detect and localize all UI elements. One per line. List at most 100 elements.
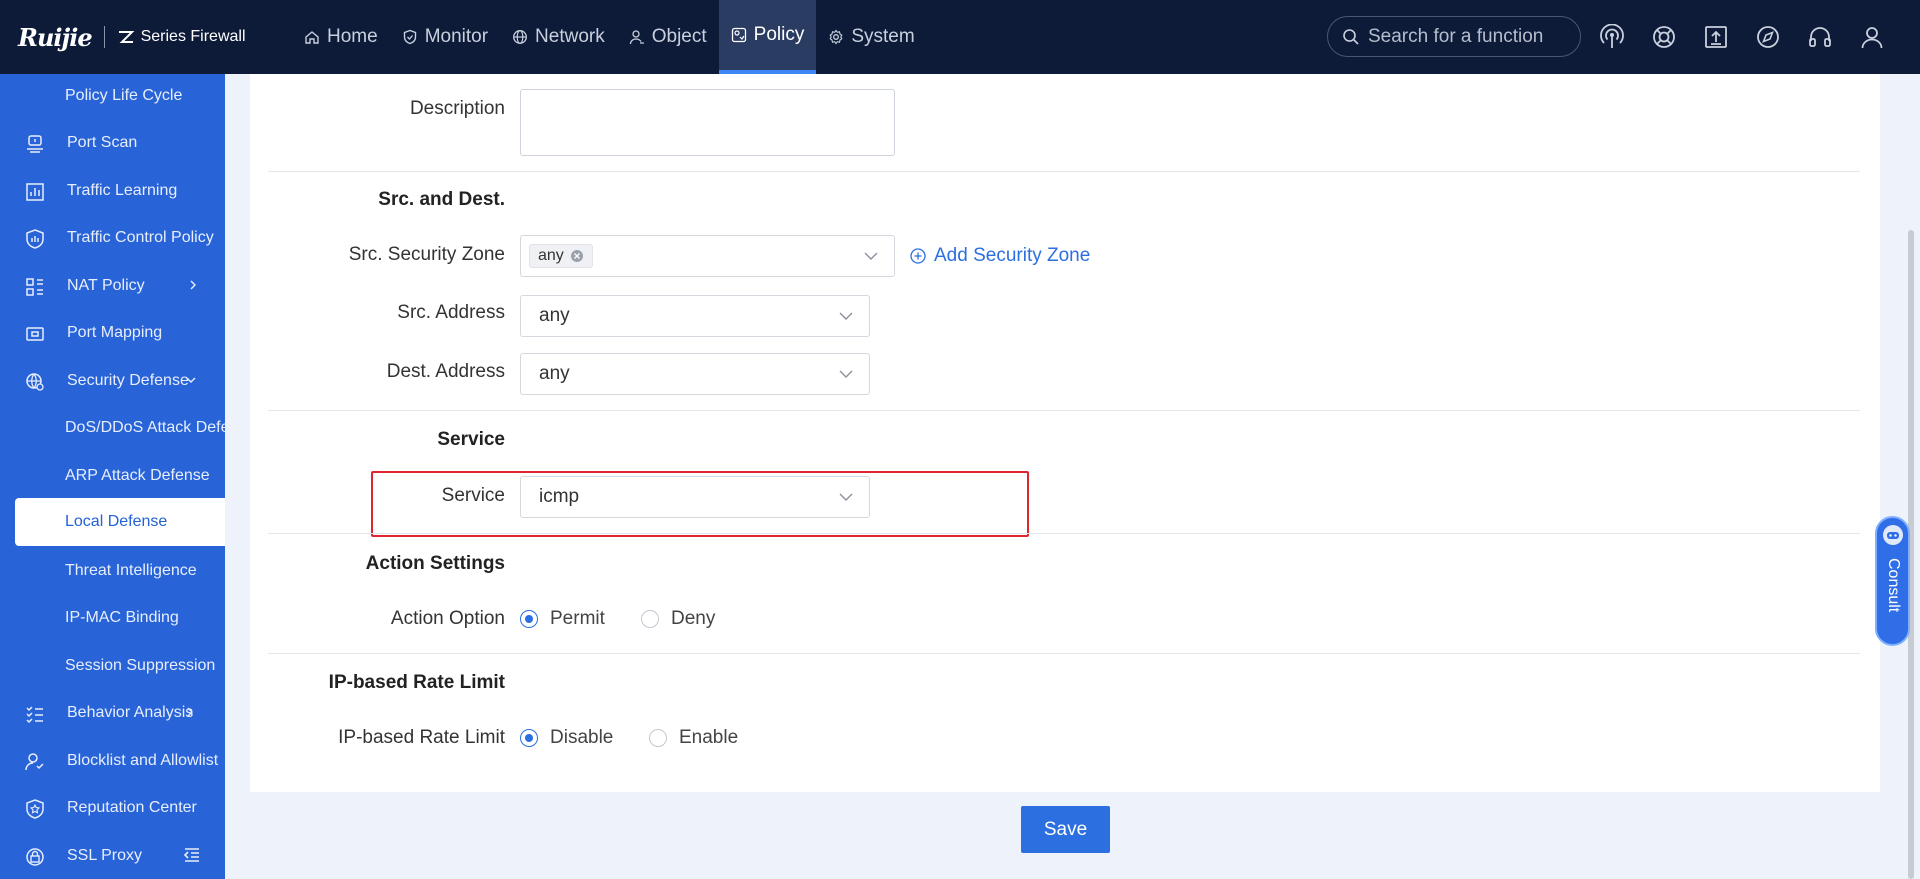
divider (268, 171, 1860, 172)
sidebar-item-ip-mac-binding[interactable]: IP-MAC Binding (0, 596, 225, 640)
sidebar-item-label: Security Defense (67, 372, 189, 389)
sidebar-item-dos-ddos-attack-defense[interactable]: DoS/DDoS Attack Defense (0, 406, 225, 450)
section-rate-limit: IP-based Rate Limit (328, 672, 505, 693)
sidebar-item-label: IP-MAC Binding (65, 609, 179, 626)
sidebar-item-nat-policy[interactable]: NAT Policy (0, 264, 225, 308)
sidebar-item-threat-intelligence[interactable]: Threat Intelligence (0, 549, 225, 593)
save-button[interactable]: Save (1021, 806, 1110, 853)
nav-object[interactable]: Object (617, 0, 719, 74)
src-address-select[interactable]: any (520, 295, 870, 337)
search-icon (1343, 28, 1359, 45)
sidebar-item-label: Port Mapping (67, 324, 163, 341)
policy-icon (731, 27, 746, 43)
ssl-icon (24, 846, 46, 868)
scan-icon (24, 133, 46, 155)
globe-icon (513, 30, 527, 44)
section-src-dest: Src. and Dest. (378, 189, 505, 210)
description-label: Description (409, 98, 505, 119)
upload-icon[interactable] (1702, 22, 1730, 52)
chevron-right-icon (190, 280, 196, 290)
sidebar-item-policy-life-cycle[interactable]: Policy Life Cycle (0, 74, 225, 118)
sidebar-item-label: Reputation Center (67, 799, 197, 816)
chevron-down-icon (864, 252, 878, 260)
service-label: Service (441, 485, 505, 506)
sidebar-item-local-defense[interactable]: Local Defense (15, 498, 225, 546)
sidebar-item-arp-attack-defense[interactable]: ARP Attack Defense (0, 454, 225, 498)
help-icon[interactable] (1650, 22, 1678, 52)
shield-icon (403, 29, 416, 45)
add-security-zone-link[interactable]: Add Security Zone (910, 245, 1090, 267)
nav-monitor[interactable]: Monitor (390, 0, 500, 74)
src-address-label: Src. Address (397, 302, 505, 323)
sidebar-item-reputation-center[interactable]: Reputation Center (0, 786, 225, 830)
mapping-icon (24, 323, 46, 345)
nav-home[interactable]: Home (292, 0, 390, 74)
nav-system[interactable]: System (816, 0, 926, 74)
service-value: icmp (539, 486, 580, 507)
radio-enable-label: Enable (679, 727, 739, 748)
main-nav: Home Monitor Network Object Policy Syste… (292, 0, 927, 74)
radio-permit[interactable]: Permit (520, 608, 605, 630)
compass-icon[interactable] (1754, 22, 1782, 52)
nav-network[interactable]: Network (500, 0, 617, 74)
collapse-sidebar-icon[interactable] (182, 845, 202, 865)
logo: Ruijie Series Firewall (18, 20, 246, 54)
sidebar-item-behavior-analysis[interactable]: Behavior Analysis (0, 691, 225, 735)
reputation-icon (24, 798, 46, 820)
sidebar-item-label: Port Scan (67, 134, 138, 151)
product-name: Series Firewall (117, 28, 246, 46)
signal-icon[interactable] (1598, 22, 1626, 52)
divider (268, 410, 1860, 411)
sidebar-item-traffic-control-policy[interactable]: Traffic Control Policy (0, 216, 225, 260)
radio-disable[interactable]: Disable (520, 727, 613, 749)
chevron-down-icon (839, 493, 853, 501)
service-select[interactable]: icmp (520, 476, 870, 518)
search-box[interactable] (1327, 16, 1581, 57)
sidebar-item-label: NAT Policy (67, 277, 145, 294)
sidebar-item-label: Session Suppression (65, 657, 216, 674)
action-option-label: Action Option (390, 608, 505, 629)
user-icon (629, 30, 644, 45)
radio-enable[interactable]: Enable (649, 727, 738, 749)
headset-icon[interactable] (1806, 22, 1834, 52)
account-icon[interactable] (1858, 22, 1886, 52)
sidebar-item-label: Traffic Control Policy (67, 229, 214, 246)
radio-disable-dot (520, 729, 538, 747)
radio-enable-dot (649, 729, 667, 747)
consult-button[interactable]: Consult (1875, 516, 1910, 646)
product-label: Series Firewall (140, 28, 246, 45)
sidebar-item-port-scan[interactable]: Port Scan (0, 121, 225, 165)
sidebar: Policy Life Cycle Port Scan Traffic Lear… (0, 74, 225, 879)
rate-limit-label: IP-based Rate Limit (338, 727, 505, 748)
radio-deny[interactable]: Deny (641, 608, 715, 630)
sidebar-item-label: Traffic Learning (67, 182, 178, 199)
section-service: Service (437, 429, 505, 450)
radio-deny-dot (641, 610, 659, 628)
nav-system-label: System (851, 26, 915, 47)
chevron-right-icon (187, 707, 193, 717)
sidebar-item-traffic-learning[interactable]: Traffic Learning (0, 169, 225, 213)
security-icon (24, 371, 46, 393)
sidebar-item-port-mapping[interactable]: Port Mapping (0, 311, 225, 355)
search-input[interactable] (1368, 25, 1568, 48)
sidebar-item-session-suppression[interactable]: Session Suppression (0, 644, 225, 688)
src-security-zone-select[interactable]: any (520, 235, 895, 277)
remove-tag-icon[interactable] (570, 249, 584, 263)
nav-policy[interactable]: Policy (718, 0, 817, 74)
z-series-icon (118, 31, 135, 43)
sidebar-item-label: DoS/DDoS Attack Defense (65, 419, 225, 436)
src-address-value: any (539, 305, 570, 326)
plus-circle-icon (910, 248, 926, 264)
sidebar-item-label: ARP Attack Defense (65, 467, 210, 484)
control-icon (24, 228, 46, 250)
gear-icon (829, 29, 843, 45)
nat-icon (24, 276, 46, 298)
sidebar-item-blocklist-and-allowlist[interactable]: Blocklist and Allowlist (0, 739, 225, 783)
sidebar-item-security-defense[interactable]: Security Defense (0, 359, 225, 403)
description-textarea[interactable] (520, 89, 895, 156)
sidebar-item-label: Policy Life Cycle (65, 87, 183, 104)
dest-address-select[interactable]: any (520, 353, 870, 395)
src-security-zone-label: Src. Security Zone (348, 244, 505, 265)
robot-icon (1883, 525, 1903, 545)
chevron-down-icon (839, 370, 853, 378)
